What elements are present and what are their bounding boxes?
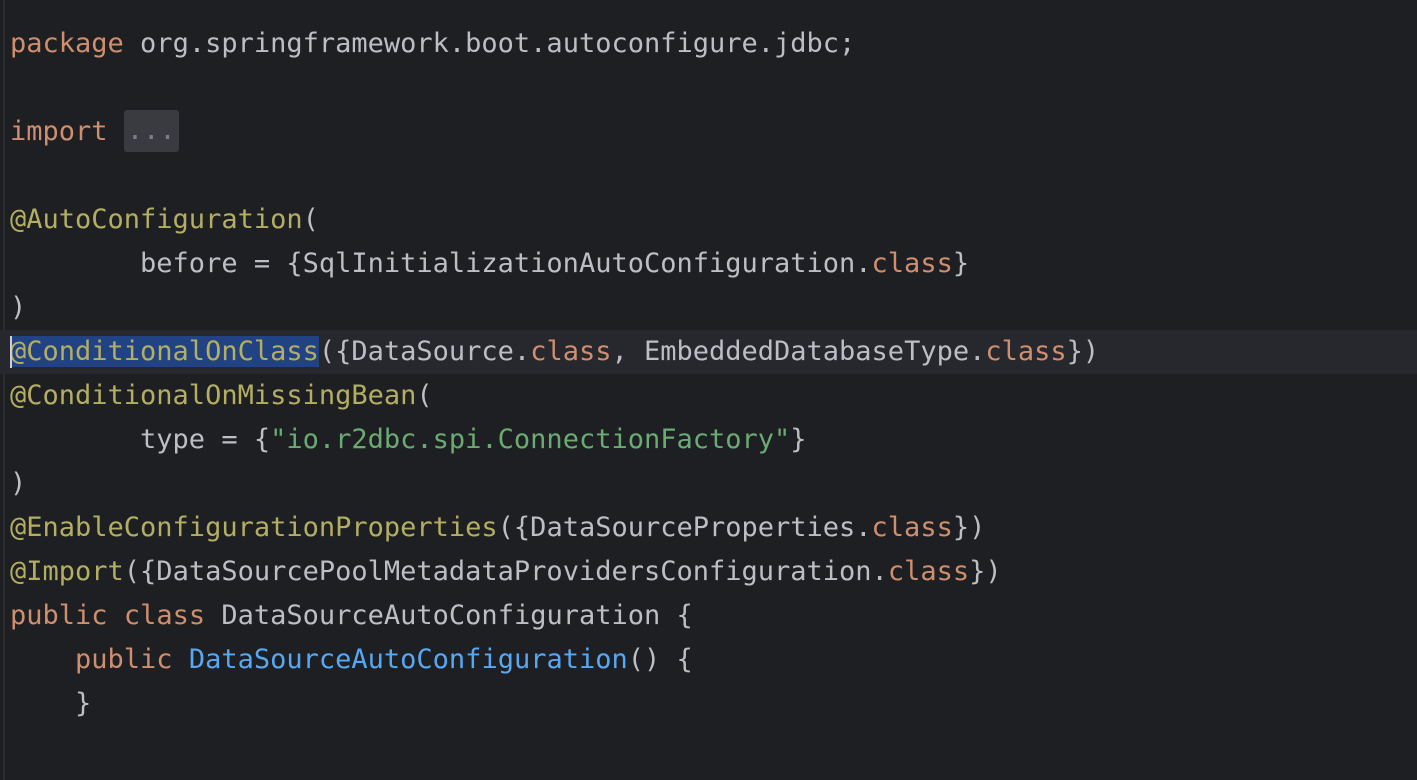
code-token: @Import — [10, 556, 124, 587]
text-caret — [10, 336, 12, 368]
code-line[interactable]: public DataSourceAutoConfiguration() { — [0, 638, 1417, 682]
code-line[interactable]: public class DataSourceAutoConfiguration… — [0, 594, 1417, 638]
code-line[interactable]: import ... — [0, 110, 1417, 154]
code-token: type = { — [10, 424, 271, 455]
code-token: } — [10, 688, 92, 719]
code-token: }) — [1066, 336, 1100, 367]
folded-imports[interactable]: ... — [123, 110, 179, 152]
code-line[interactable] — [0, 66, 1417, 110]
code-token: import — [10, 116, 108, 147]
code-line-text: import ... — [10, 110, 179, 154]
code-line-text: ) — [10, 462, 26, 506]
code-token: public — [75, 644, 173, 675]
code-line-text: type = {"io.r2dbc.spi.ConnectionFactory"… — [10, 418, 807, 462]
code-token: ({DataSource. — [318, 336, 531, 367]
code-token: ( — [416, 380, 433, 411]
code-token: ({DataSourceProperties. — [497, 512, 872, 543]
code-token: ) — [10, 468, 27, 499]
code-token: class — [530, 336, 612, 367]
code-line[interactable]: @EnableConfigurationProperties({DataSour… — [0, 506, 1417, 550]
code-line-text: } — [10, 682, 91, 726]
code-token: , EmbeddedDatabaseType. — [611, 336, 986, 367]
code-token: before = {SqlInitializationAutoConfigura… — [10, 248, 872, 279]
code-token: ({DataSourcePoolMetadataProvidersConfigu… — [123, 556, 888, 587]
code-token: ( — [302, 204, 319, 235]
code-token: @ConditionalOnMissingBean — [10, 380, 417, 411]
code-token: () { — [627, 644, 693, 675]
code-line[interactable]: @ConditionalOnMissingBean( — [0, 374, 1417, 418]
code-line[interactable]: ) — [0, 286, 1417, 330]
code-token: @EnableConfigurationProperties — [10, 512, 498, 543]
code-line-current[interactable]: @ConditionalOnClass({DataSource.class, E… — [0, 330, 1417, 374]
code-token: ) — [10, 292, 27, 323]
code-line[interactable]: @Import({DataSourcePoolMetadataProviders… — [0, 550, 1417, 594]
code-token: class — [887, 556, 970, 587]
code-line[interactable]: } — [0, 682, 1417, 726]
code-token: public — [10, 600, 108, 631]
code-editor[interactable]: package org.springframework.boot.autocon… — [0, 0, 1417, 780]
code-line-text: @AutoConfiguration( — [10, 198, 319, 242]
code-line[interactable]: ) — [0, 462, 1417, 506]
code-line[interactable]: @AutoConfiguration( — [0, 198, 1417, 242]
code-line[interactable]: package org.springframework.boot.autocon… — [0, 22, 1417, 66]
code-token: class — [123, 600, 206, 631]
code-token: }) — [969, 556, 1002, 587]
code-token: DataSourceAutoConfiguration — [188, 644, 628, 675]
code-token: @ConditionalOnClass — [10, 336, 319, 367]
code-token: class — [871, 512, 953, 543]
code-line-text: public class DataSourceAutoConfiguration… — [10, 594, 693, 638]
code-line[interactable] — [0, 154, 1417, 198]
code-token: DataSourceAutoConfiguration { — [205, 600, 693, 631]
code-line-text: @Import({DataSourcePoolMetadataProviders… — [10, 550, 1002, 594]
code-line-text: before = {SqlInitializationAutoConfigura… — [10, 242, 969, 286]
code-line[interactable]: type = {"io.r2dbc.spi.ConnectionFactory"… — [0, 418, 1417, 462]
code-line-text: @EnableConfigurationProperties({DataSour… — [10, 506, 985, 550]
code-token: package — [10, 28, 124, 59]
code-line-text: package org.springframework.boot.autocon… — [10, 22, 855, 66]
code-token: }) — [952, 512, 986, 543]
code-token: "io.r2dbc.spi.ConnectionFactory" — [270, 424, 791, 455]
code-token: } — [790, 424, 807, 455]
code-token: org.springframework.boot.autoconfigure.j… — [123, 28, 856, 59]
code-line-text: @ConditionalOnMissingBean( — [10, 374, 433, 418]
code-line-text: @ConditionalOnClass({DataSource.class, E… — [10, 330, 1099, 374]
code-token: class — [871, 248, 953, 279]
code-line[interactable]: before = {SqlInitializationAutoConfigura… — [0, 242, 1417, 286]
code-line-text: public DataSourceAutoConfiguration() { — [10, 638, 693, 682]
code-line-text: ) — [10, 286, 26, 330]
code-token: @AutoConfiguration — [10, 204, 303, 235]
code-token: class — [985, 336, 1067, 367]
code-token: } — [952, 248, 970, 279]
